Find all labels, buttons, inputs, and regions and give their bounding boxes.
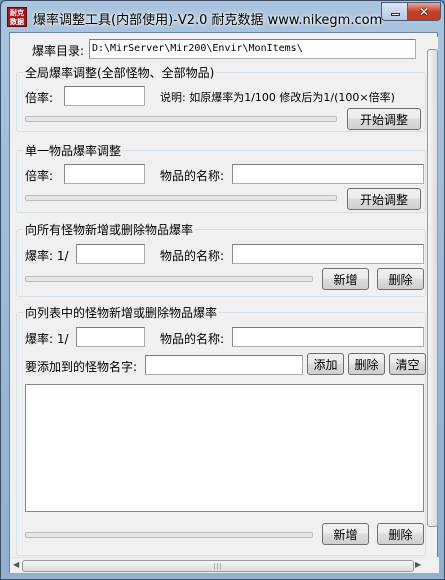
title-bar[interactable]: 耐克 数据 爆率调整工具(内部使用)-V2.0 耐克数据 www.nikegm.c… <box>1 1 444 33</box>
grip-icon: ||| <box>213 562 223 570</box>
all-progress <box>25 276 313 282</box>
dir-input[interactable]: D:\MirServer\Mir200\Envir\MonItems\ <box>89 39 416 59</box>
all-monsters-group-title: 向所有怪物新增或删除物品爆率 <box>23 221 196 238</box>
single-item-label: 物品的名称: <box>160 169 225 183</box>
list-rate-label: 爆率: 1/ <box>25 332 69 346</box>
global-group-title: 全局爆率调整(全部怪物、全部物品) <box>23 64 217 81</box>
list-rate-input[interactable] <box>76 327 145 347</box>
list-item-input[interactable] <box>232 327 424 347</box>
single-rate-input[interactable] <box>64 164 145 184</box>
global-rate-input[interactable] <box>64 86 145 106</box>
all-item-label: 物品的名称: <box>160 249 225 263</box>
single-start-button[interactable]: 开始调整 <box>347 188 421 210</box>
all-delete-button[interactable]: 删除 <box>377 268 424 290</box>
single-group-title: 单一物品爆率调整 <box>23 142 124 159</box>
list-item-label: 物品的名称: <box>160 332 225 346</box>
global-note: 说明: 如原爆率为1/100 修改后为1/(100×倍率) <box>160 91 395 104</box>
minimize-button[interactable] <box>381 2 408 21</box>
add-monster-button[interactable]: 添加 <box>307 353 344 375</box>
list-delete-button[interactable]: 删除 <box>377 523 424 545</box>
delete-monster-button[interactable]: 删除 <box>348 353 385 375</box>
all-add-button[interactable]: 新增 <box>322 268 369 290</box>
all-rate-input[interactable] <box>76 244 145 264</box>
dir-label: 爆率目录: <box>32 44 85 58</box>
global-progress <box>25 116 337 122</box>
single-progress <box>25 195 337 201</box>
list-progress <box>25 532 313 538</box>
horizontal-scrollbar[interactable]: ◀ ||| ▶ <box>10 557 425 573</box>
close-button[interactable]: ✕ <box>407 2 441 21</box>
global-rate-label: 倍率: <box>25 91 54 105</box>
minimize-icon <box>390 13 400 16</box>
close-icon: ✕ <box>418 4 430 19</box>
single-rate-label: 倍率: <box>25 169 54 183</box>
arrow-left-icon[interactable]: ◀ <box>13 560 19 569</box>
window-title: 爆率调整工具(内部使用)-V2.0 耐克数据 www.nikegm.com <box>33 13 383 28</box>
all-item-input[interactable] <box>232 244 424 264</box>
list-monsters-group-title: 向列表中的怪物新增或删除物品爆率 <box>23 304 220 321</box>
global-start-button[interactable]: 开始调整 <box>347 108 421 130</box>
monster-name-input[interactable] <box>145 355 303 375</box>
clear-monsters-button[interactable]: 清空 <box>389 353 426 375</box>
scrollbar-corner <box>425 557 439 573</box>
all-rate-label: 爆率: 1/ <box>25 249 69 263</box>
monster-list[interactable] <box>25 384 424 512</box>
arrow-right-icon[interactable]: ▶ <box>415 560 421 569</box>
monster-name-label: 要添加到的怪物名字: <box>25 360 138 374</box>
list-add-button[interactable]: 新增 <box>322 523 369 545</box>
horizontal-scroll-thumb[interactable]: ||| <box>22 560 414 572</box>
vertical-scroll-thumb[interactable] <box>427 49 438 527</box>
app-logo-icon: 耐克 数据 <box>7 7 27 27</box>
vertical-scrollbar[interactable] <box>426 37 438 527</box>
single-item-input[interactable] <box>232 164 424 184</box>
client-area: 爆率目录: D:\MirServer\Mir200\Envir\MonItems… <box>9 32 439 573</box>
app-window: 耐克 数据 爆率调整工具(内部使用)-V2.0 耐克数据 www.nikegm.c… <box>0 0 445 580</box>
